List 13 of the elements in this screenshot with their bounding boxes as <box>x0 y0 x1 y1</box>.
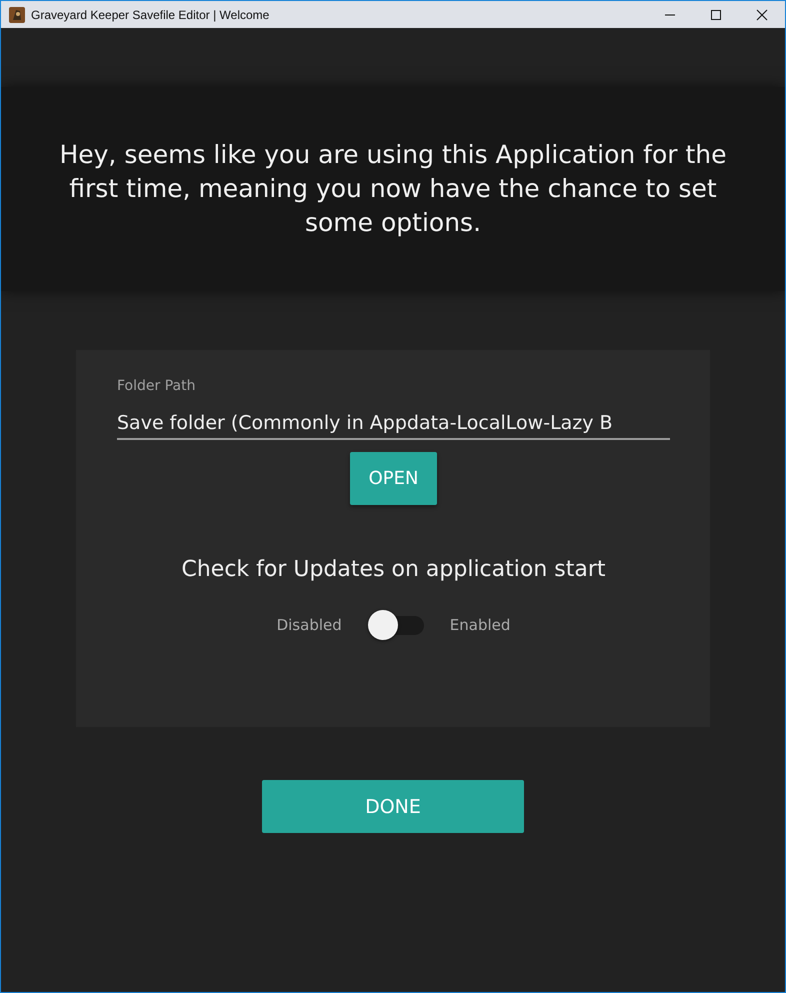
app-icon <box>9 6 25 22</box>
maximize-icon[interactable] <box>710 8 722 20</box>
enabled-label: Enabled <box>450 616 510 634</box>
update-toggle[interactable] <box>368 610 424 640</box>
updates-heading: Check for Updates on application start <box>181 557 606 582</box>
done-button[interactable]: DONE <box>262 780 524 833</box>
open-button[interactable]: OPEN <box>350 452 438 505</box>
folder-path-field[interactable]: Save folder (Commonly in Appdata-LocalLow-Lazy B <box>117 412 670 440</box>
folder-path-label: Folder Path <box>117 378 196 394</box>
window-title: Graveyard Keeper Savefile Editor | Welcome <box>31 8 270 22</box>
close-icon[interactable] <box>756 8 768 20</box>
welcome-message: Hey, seems like you are using this Application for the first time, meaning you now have the chance to set some options. <box>58 139 728 239</box>
disabled-label: Disabled <box>276 616 342 634</box>
